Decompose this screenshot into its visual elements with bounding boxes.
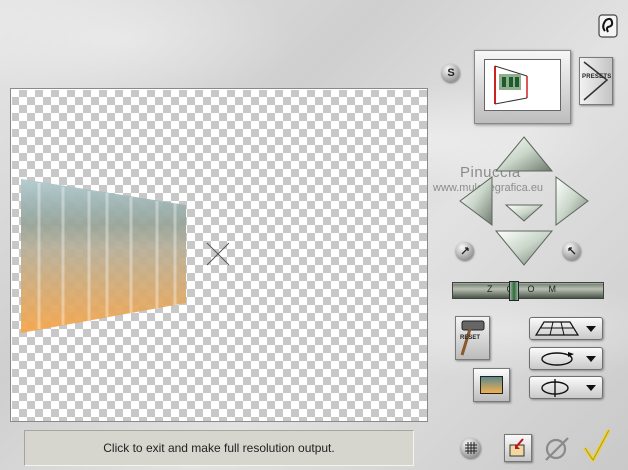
open-file-button[interactable] <box>504 434 532 462</box>
arrow-right-button[interactable] <box>555 176 589 226</box>
presets-label: PRESETS <box>582 74 612 80</box>
rotate-right-icon <box>568 247 576 255</box>
reset-button[interactable]: RESET <box>455 316 490 360</box>
center-crosshair-icon <box>206 242 230 266</box>
grid-icon <box>465 442 477 454</box>
presets-arrow-icon <box>583 61 609 101</box>
s-button[interactable]: S <box>442 64 460 82</box>
zoom-label: ZOOM <box>487 284 570 294</box>
texture-swatch-preview <box>480 376 503 394</box>
status-text: Click to exit and make full resolution o… <box>103 441 335 455</box>
reset-label: RESET <box>460 335 481 341</box>
status-bar[interactable]: Click to exit and make full resolution o… <box>24 430 414 466</box>
arrow-left-button[interactable] <box>459 176 493 226</box>
help-icon <box>598 14 618 38</box>
folder-open-icon <box>509 438 525 457</box>
preset-thumbnail[interactable] <box>474 50 571 124</box>
perspective-grid-icon <box>534 321 596 336</box>
presets-button[interactable]: PRESETS <box>579 57 613 105</box>
center-button[interactable] <box>504 204 544 222</box>
perspective-dropdown[interactable] <box>529 317 603 340</box>
preview-image <box>21 179 230 333</box>
cancel-button[interactable] <box>542 434 572 464</box>
rotate-right-button[interactable] <box>563 242 581 260</box>
flip-dropdown[interactable] <box>529 376 603 399</box>
grid-toggle-button[interactable] <box>461 438 481 458</box>
rotation-ellipse-icon <box>541 352 596 366</box>
preview-canvas[interactable] <box>10 88 428 422</box>
s-button-label: S <box>447 67 455 79</box>
rotate-left-button[interactable] <box>456 242 474 260</box>
arrow-up-button[interactable] <box>494 136 554 172</box>
zoom-slider[interactable]: ZOOM <box>452 281 604 301</box>
ok-button[interactable] <box>582 428 612 464</box>
flip-axis-icon <box>541 379 596 397</box>
checkmark-icon <box>583 429 611 462</box>
rotate-left-icon <box>461 247 469 255</box>
preset-preview-image <box>484 59 561 111</box>
arrow-down-button[interactable] <box>494 230 554 266</box>
rotation-dropdown[interactable] <box>529 347 603 370</box>
zoom-slider-thumb[interactable] <box>509 281 519 301</box>
help-button[interactable] <box>598 14 618 38</box>
texture-swatch-button[interactable] <box>473 368 510 402</box>
cancel-icon <box>545 437 569 461</box>
